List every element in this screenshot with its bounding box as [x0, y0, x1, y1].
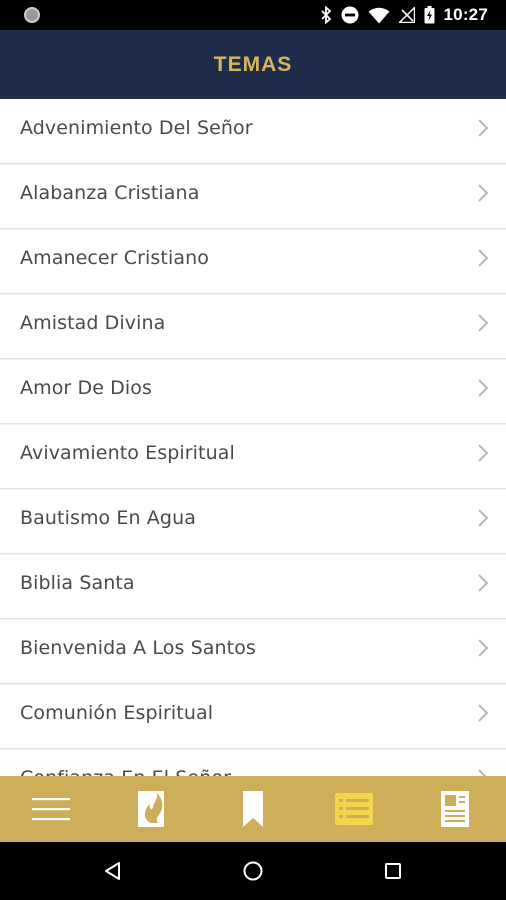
nav-menu-button[interactable]: [0, 776, 101, 842]
list-item[interactable]: Comunión Espiritual: [0, 684, 506, 749]
list-item[interactable]: Confianza En El Señor: [0, 749, 506, 776]
nav-hymnal-button[interactable]: [101, 776, 202, 842]
list-item-label: Bautismo En Agua: [20, 507, 196, 529]
wifi-icon: [368, 7, 390, 23]
list-item-label: Confianza En El Señor: [20, 749, 231, 776]
list-item[interactable]: Avivamiento Espiritual: [0, 424, 506, 489]
bluetooth-icon: [320, 6, 331, 24]
chevron-right-icon: [478, 769, 487, 776]
chevron-right-icon: [478, 444, 489, 462]
nav-topics-button[interactable]: [304, 776, 405, 842]
recents-icon: [385, 863, 401, 879]
chevron-right-icon: [478, 639, 489, 657]
status-bar: 10:27: [0, 0, 506, 30]
nav-news-button[interactable]: [405, 776, 506, 842]
page-title: TEMAS: [213, 52, 293, 76]
chevron-right-icon: [478, 574, 489, 592]
system-home-button[interactable]: [183, 842, 323, 900]
chevron-right-icon: [478, 184, 489, 202]
menu-icon: [31, 798, 70, 821]
list-item-label: Amistad Divina: [20, 312, 166, 334]
notification-dot-icon: [24, 7, 40, 23]
list-item-label: Comunión Espiritual: [20, 702, 214, 724]
list-item-label: Bienvenida A Los Santos: [20, 637, 256, 659]
back-icon: [105, 862, 120, 880]
status-clock: 10:27: [443, 5, 488, 24]
nav-bookmarks-button[interactable]: [202, 776, 303, 842]
list-item[interactable]: Amanecer Cristiano: [0, 229, 506, 294]
app-bar: TEMAS: [0, 30, 506, 99]
list-item[interactable]: Advenimiento Del Señor: [0, 99, 506, 164]
newspaper-icon: [441, 791, 470, 827]
topic-list[interactable]: Advenimiento Del Señor Alabanza Cristian…: [0, 99, 506, 776]
chevron-right-icon: [478, 119, 489, 137]
list-item-label: Advenimiento Del Señor: [20, 117, 253, 139]
system-recents-button[interactable]: [323, 842, 463, 900]
list-item[interactable]: Alabanza Cristiana: [0, 164, 506, 229]
list-item[interactable]: Biblia Santa: [0, 554, 506, 619]
list-item-label: Biblia Santa: [20, 572, 135, 594]
flame-book-icon: [137, 791, 164, 827]
battery-icon: [424, 6, 435, 24]
chevron-right-icon: [478, 509, 489, 527]
list-item[interactable]: Bautismo En Agua: [0, 489, 506, 554]
no-signal-icon: [398, 7, 415, 23]
bottom-nav: [0, 776, 506, 842]
chevron-right-icon: [478, 379, 489, 397]
list-item[interactable]: Bienvenida A Los Santos: [0, 619, 506, 684]
home-icon: [243, 861, 263, 881]
status-icons: 10:27: [320, 5, 488, 25]
bookmark-icon: [243, 791, 263, 827]
system-back-button[interactable]: [43, 842, 183, 900]
list-item-label: Amanecer Cristiano: [20, 247, 209, 269]
list-item-label: Avivamiento Espiritual: [20, 442, 235, 464]
chevron-right-icon: [478, 704, 489, 722]
list-item[interactable]: Amistad Divina: [0, 294, 506, 359]
list-item-label: Alabanza Cristiana: [20, 182, 200, 204]
list-item[interactable]: Amor De Dios: [0, 359, 506, 424]
list-icon: [335, 793, 374, 825]
chevron-right-icon: [478, 314, 489, 332]
chevron-right-icon: [478, 249, 489, 267]
do-not-disturb-icon: [341, 6, 359, 24]
list-item-label: Amor De Dios: [20, 377, 152, 399]
system-nav-bar: [0, 842, 506, 900]
